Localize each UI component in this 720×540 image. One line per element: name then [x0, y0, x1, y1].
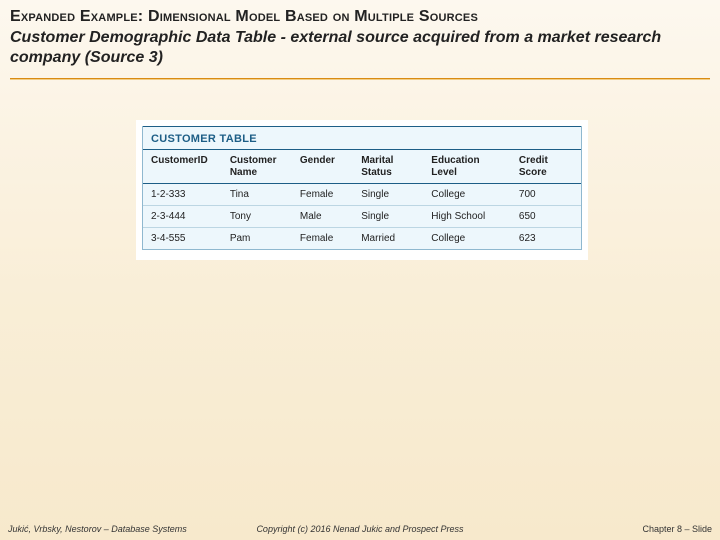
- cell-customer-name: Tony: [222, 206, 292, 228]
- table-row: 1-2-333 Tina Female Single College 700: [143, 184, 581, 206]
- col-marital-status: Marital Status: [353, 150, 423, 184]
- table-header-row: CustomerID Customer Name Gender Marital …: [143, 150, 581, 184]
- cell-customer-id: 1-2-333: [143, 184, 222, 206]
- table-caption: CUSTOMER TABLE: [143, 126, 581, 149]
- col-credit-score: Credit Score: [511, 150, 581, 184]
- footer-copyright: Copyright (c) 2016 Nenad Jukic and Prosp…: [0, 524, 720, 534]
- table-row: 2-3-444 Tony Male Single High School 650: [143, 206, 581, 228]
- cell-marital: Single: [353, 206, 423, 228]
- slide-subtitle: Customer Demographic Data Table - extern…: [10, 28, 710, 68]
- header-divider: [10, 78, 710, 80]
- cell-score: 623: [511, 228, 581, 250]
- slide-title: Expanded Example: Dimensional Model Base…: [10, 8, 710, 26]
- cell-score: 700: [511, 184, 581, 206]
- cell-marital: Single: [353, 184, 423, 206]
- cell-customer-id: 2-3-444: [143, 206, 222, 228]
- cell-education: College: [423, 184, 511, 206]
- cell-marital: Married: [353, 228, 423, 250]
- table-row: 3-4-555 Pam Female Married College 623: [143, 228, 581, 250]
- col-gender: Gender: [292, 150, 353, 184]
- footer-chapter: Chapter 8 – Slide: [642, 524, 712, 534]
- cell-education: College: [423, 228, 511, 250]
- cell-gender: Female: [292, 184, 353, 206]
- cell-customer-id: 3-4-555: [143, 228, 222, 250]
- slide-header: Expanded Example: Dimensional Model Base…: [0, 0, 720, 74]
- col-customer-id: CustomerID: [143, 150, 222, 184]
- customer-table-panel: CUSTOMER TABLE CustomerID Customer Name …: [142, 126, 582, 250]
- cell-customer-name: Tina: [222, 184, 292, 206]
- cell-gender: Male: [292, 206, 353, 228]
- cell-gender: Female: [292, 228, 353, 250]
- figure-container: CUSTOMER TABLE CustomerID Customer Name …: [136, 120, 588, 260]
- cell-customer-name: Pam: [222, 228, 292, 250]
- cell-score: 650: [511, 206, 581, 228]
- customer-table: CustomerID Customer Name Gender Marital …: [143, 149, 581, 249]
- col-education-level: Education Level: [423, 150, 511, 184]
- col-customer-name: Customer Name: [222, 150, 292, 184]
- cell-education: High School: [423, 206, 511, 228]
